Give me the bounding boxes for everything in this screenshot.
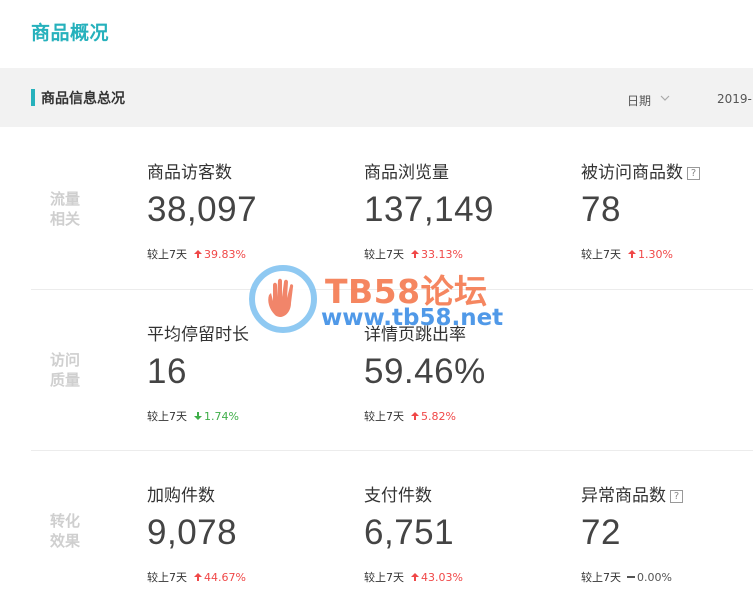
metric-compare: 较上7天 33.13% [364,247,463,262]
arrow-up-icon [194,250,202,258]
metric-change: 44.67% [204,570,246,584]
arrow-up-icon [411,250,419,258]
group-label: 转化 效果 [50,512,81,550]
question-mark-icon[interactable]: ? [670,490,683,503]
arrow-up-icon [411,412,419,420]
metric-card: 加购件数 9,078 较上7天 44.67% [147,451,347,597]
metric-group-conversion: 转化 效果 加购件数 9,078 较上7天 44.67% 支付件数 6,751 … [31,450,753,597]
metric-change: 39.83% [204,247,246,261]
metric-change: 43.03% [421,570,463,584]
metric-compare: 较上7天 1.74% [147,409,239,424]
metric-value: 16 [147,352,187,391]
metric-compare: 较上7天 43.03% [364,570,463,585]
metric-label: 异常商品数? [581,481,683,506]
metric-change: 1.74% [204,409,239,423]
metric-label: 加购件数 [147,486,215,506]
dash-icon [627,576,635,578]
metric-label: 商品访客数 [147,163,232,183]
metric-value: 9,078 [147,513,238,552]
arrow-up-icon [628,250,636,258]
metric-value: 78 [581,190,621,229]
metric-card: 异常商品数? 72 较上7天 0.00% [581,451,753,597]
date-range-value[interactable]: 2019- [717,92,752,106]
metric-change: 1.30% [638,247,673,261]
metric-change: 0.00% [637,570,672,584]
metric-compare: 较上7天 5.82% [364,409,456,424]
arrow-up-icon [194,573,202,581]
metric-label: 支付件数 [364,486,432,506]
metric-change: 5.82% [421,409,456,423]
metric-value: 6,751 [364,513,455,552]
metric-card: 被访问商品数? 78 较上7天 1.30% [581,128,753,288]
arrow-up-icon [411,573,419,581]
question-mark-icon[interactable]: ? [687,167,700,180]
page-title: 商品概况 [31,22,110,44]
metric-label: 平均停留时长 [147,325,249,345]
section-title: 商品信息总况 [41,91,125,107]
metric-label: 商品浏览量 [364,163,449,183]
metric-change: 33.13% [421,247,463,261]
watermark-url: www.tb58.net [321,305,504,331]
section-accent-bar [31,89,35,106]
date-dropdown[interactable]: 日期 [627,92,651,109]
section-header: 商品信息总况 日期 2019- [0,68,753,127]
chevron-down-icon[interactable] [659,92,671,104]
metric-value: 38,097 [147,190,258,229]
metric-compare: 较上7天 0.00% [581,570,672,585]
metric-value: 72 [581,513,621,552]
metric-compare: 较上7天 39.83% [147,247,246,262]
metric-value: 59.46% [364,352,486,391]
group-label: 流量 相关 [50,190,81,228]
metric-label: 被访问商品数? [581,158,700,183]
group-label: 访问 质量 [50,351,81,389]
watermark: TB58论坛 www.tb58.net [249,263,509,335]
metric-compare: 较上7天 1.30% [581,247,673,262]
hand-icon [268,278,294,317]
arrow-down-icon [194,412,202,420]
metric-compare: 较上7天 44.67% [147,570,246,585]
metric-value: 137,149 [364,190,495,229]
metric-card: 支付件数 6,751 较上7天 43.03% [364,451,564,597]
